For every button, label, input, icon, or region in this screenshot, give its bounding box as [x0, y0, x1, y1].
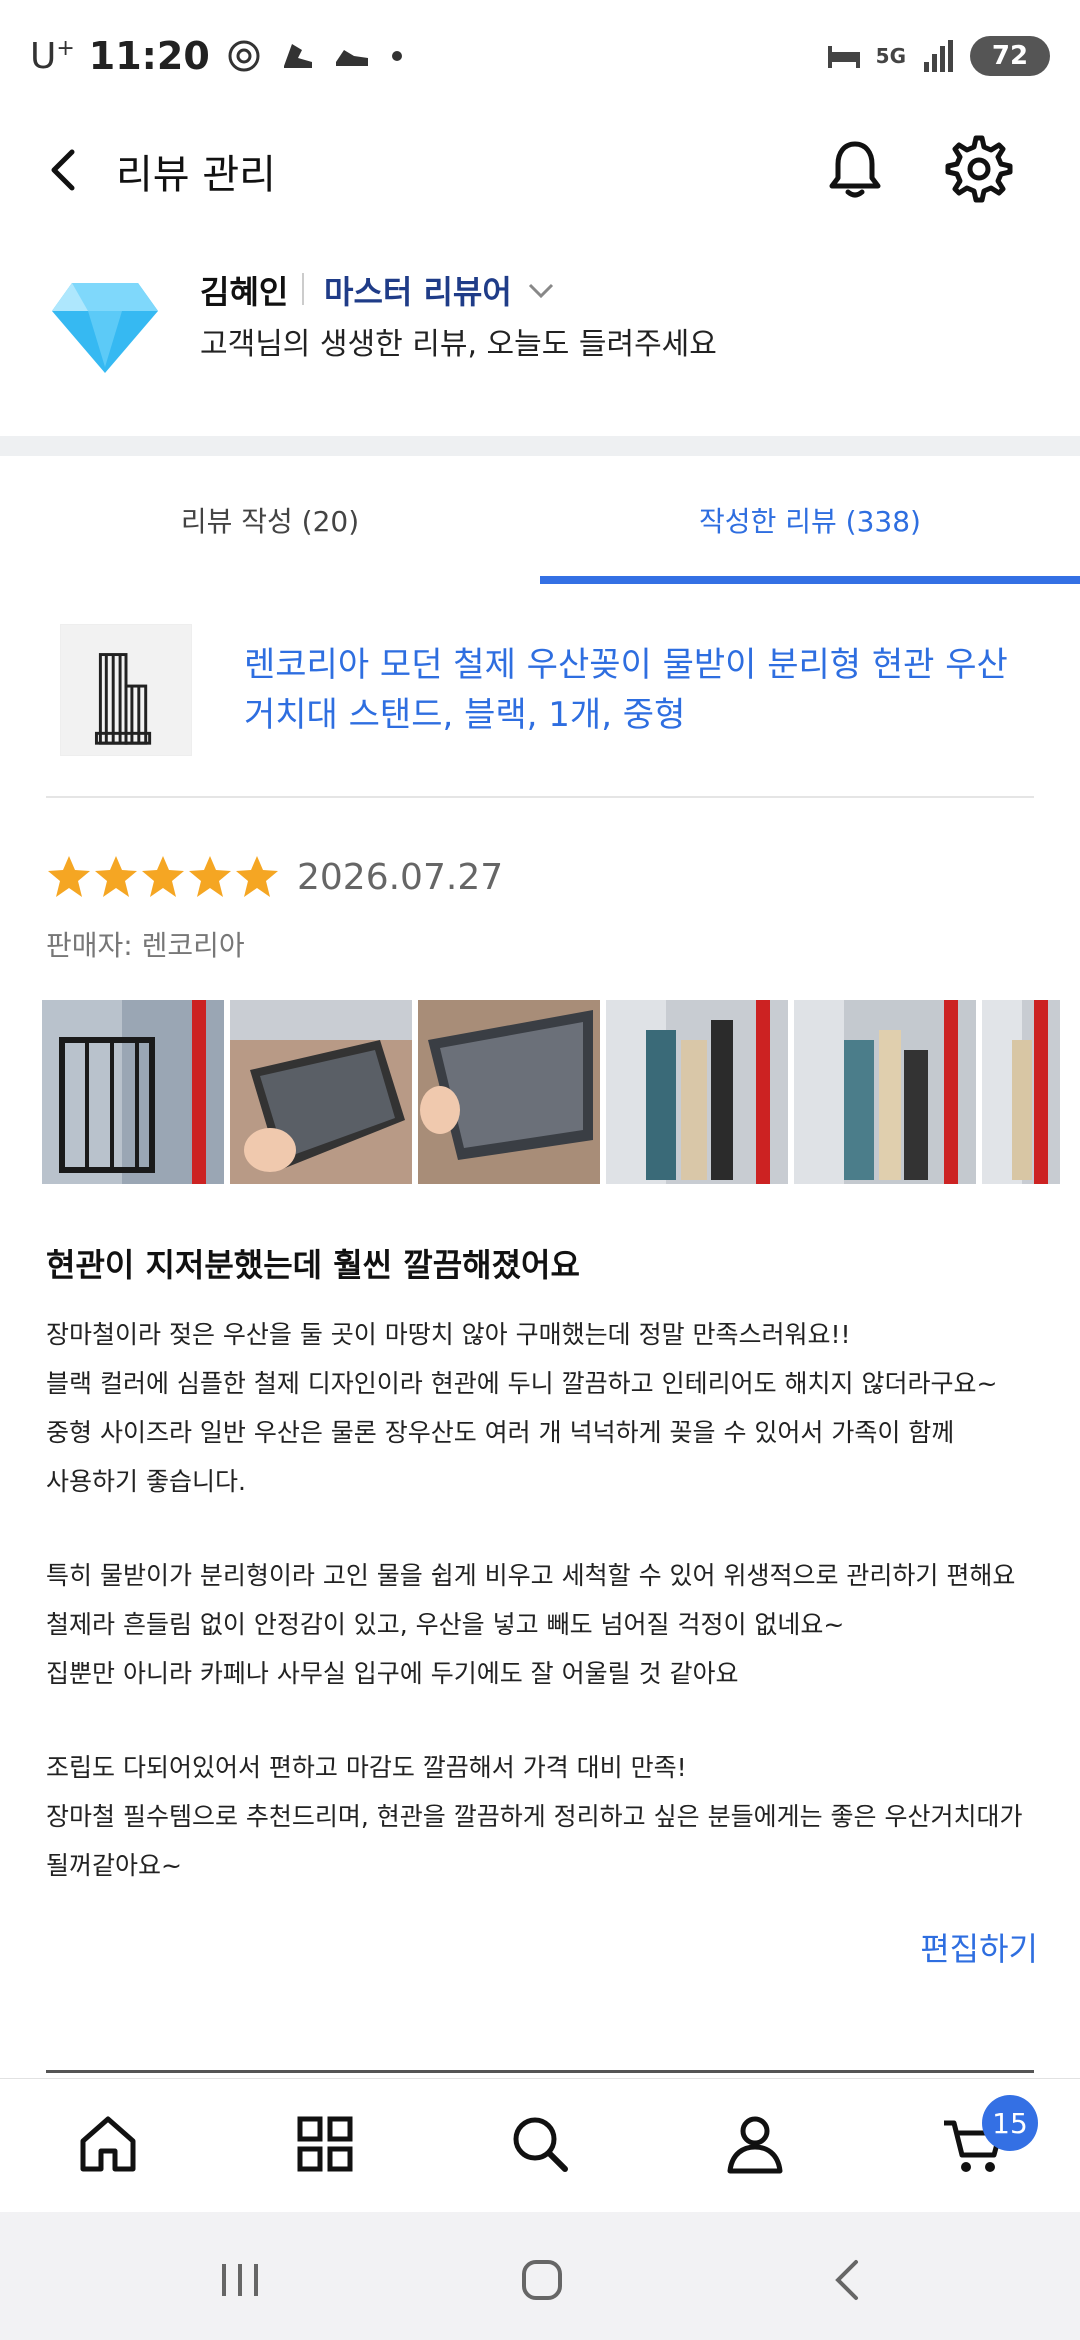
review-line: 장마철 필수템으로 추천드리며, 현관을 깔끔하게 정리하고 싶은 분들에게는 … [46, 1802, 1023, 1831]
profile-section: 김혜인 마스터 리뷰어 고객님의 생생한 리뷰, 오늘도 들려주세요 [0, 255, 1080, 405]
sneaker-icon [283, 44, 312, 68]
review-line: 중형 사이즈라 일반 우산은 물론 장우산도 여러 개 넉넉하게 꽂을 수 있어… [46, 1418, 955, 1447]
page-title: 리뷰 관리 [116, 152, 276, 198]
product-name-link[interactable]: 렌코리아 모던 철제 우산꽂이 물받이 분리형 현관 우산 거치대 스탠드, 블… [244, 640, 1034, 740]
profile-icon[interactable] [720, 2109, 790, 2179]
status-left: U+ 11:20 [30, 34, 402, 78]
review-photo[interactable] [982, 1000, 1060, 1184]
home-icon[interactable] [73, 2109, 143, 2179]
review-body: 장마철이라 젖은 우산을 둘 곳이 마땅치 않아 구매했는데 정말 만족스러워요… [46, 1310, 1046, 1890]
recent-apps-icon[interactable] [210, 2250, 270, 2310]
review-line: 될꺼같아요~ [46, 1851, 182, 1880]
category-icon[interactable] [290, 2109, 360, 2179]
reviewer-grade-label: 마스터 리뷰어 [324, 273, 512, 311]
star-icon [236, 856, 278, 897]
search-icon[interactable] [505, 2109, 575, 2179]
cart-badge: 15 [982, 2095, 1038, 2151]
chatgpt-icon [228, 40, 260, 72]
review-line: 장마철이라 젖은 우산을 둘 곳이 마땅치 않아 구매했는데 정말 만족스러워요… [46, 1320, 851, 1349]
review-date: 2026.07.27 [297, 856, 504, 898]
network-5g: 5G [875, 44, 906, 68]
review-photo[interactable] [418, 1000, 600, 1184]
status-right: 5G 72 [824, 36, 1050, 76]
star-icon [48, 856, 90, 897]
section-divider [0, 436, 1080, 456]
tab-write-review[interactable]: 리뷰 작성 (20) [0, 456, 540, 584]
profile-name: 김혜인 [200, 273, 289, 311]
review-divider [46, 2070, 1034, 2073]
star-icon [142, 856, 184, 897]
product-divider [46, 796, 1034, 798]
star-icon [189, 856, 231, 897]
seller-name: 판매자: 렌코리아 [46, 929, 245, 962]
chevron-down-icon [528, 283, 553, 299]
review-title: 현관이 지저분했는데 훨씬 깔끔해졌어요 [46, 1246, 580, 1284]
bottom-navigation: 15 [0, 2078, 1080, 2210]
edit-review-link[interactable]: 편집하기 [920, 1924, 1038, 1970]
review-line: 집뿐만 아니라 카페나 사무실 입구에 두기에도 잘 어울릴 것 같아요 [46, 1659, 739, 1688]
review-line: 블랙 컬러에 심플한 철제 디자인이라 현관에 두니 깔끔하고 인테리어도 해치… [46, 1369, 998, 1398]
review-line: 특히 물받이가 분리형이라 고인 물을 쉽게 비우고 세척할 수 있어 위생적으… [46, 1561, 1016, 1590]
review-photo[interactable] [794, 1000, 976, 1184]
review-line [46, 1698, 1046, 1743]
review-photo[interactable] [230, 1000, 412, 1184]
sleep-icon [827, 46, 860, 68]
review-line: 조립도 다되어있어서 편하고 마감도 깔끔해서 가격 대비 만족! [46, 1753, 687, 1782]
battery-indicator: 72 [970, 36, 1050, 76]
review-photo[interactable] [42, 1000, 224, 1184]
carrier-label: U+ [30, 35, 75, 77]
back-arrow-icon[interactable] [36, 140, 96, 200]
home-button-icon[interactable] [512, 2250, 572, 2310]
star-rating [46, 854, 281, 900]
review-line [46, 1506, 1046, 1551]
review-tabs: 리뷰 작성 (20) 작성한 리뷰 (338) [0, 456, 1080, 584]
name-divider [302, 273, 304, 305]
bell-icon[interactable] [820, 134, 890, 204]
star-icon [95, 856, 137, 897]
notification-dot [391, 51, 402, 61]
product-thumbnail[interactable] [60, 624, 192, 756]
signal-icon [924, 40, 953, 72]
system-navigation-bar [0, 2212, 1080, 2340]
clock: 11:20 [88, 34, 210, 78]
diamond-icon [52, 283, 158, 373]
review-line: 철제라 흔들림 없이 안정감이 있고, 우산을 넣고 빼도 넘어질 걱정이 없네… [46, 1610, 845, 1639]
reviewer-grade[interactable]: 마스터 리뷰어 [324, 267, 556, 313]
shoe-icon [335, 50, 368, 66]
tab-written-reviews[interactable]: 작성한 리뷰 (338) [540, 456, 1080, 584]
review-line: 사용하기 좋습니다. [46, 1467, 246, 1496]
active-tab-indicator [540, 576, 1080, 584]
app-header: 리뷰 관리 [0, 120, 1080, 220]
back-button-icon[interactable] [818, 2250, 878, 2310]
review-photo[interactable] [606, 1000, 788, 1184]
profile-message: 고객님의 생생한 리뷰, 오늘도 들려주세요 [200, 327, 717, 362]
product-row[interactable]: 렌코리아 모던 철제 우산꽂이 물받이 분리형 현관 우산 거치대 스탠드, 블… [0, 600, 1080, 800]
gear-icon[interactable] [944, 134, 1014, 204]
review-photos [42, 1000, 1060, 1184]
status-bar: U+ 11:20 5G 72 [0, 0, 1080, 120]
rating-row: 2026.07.27 [46, 852, 503, 902]
